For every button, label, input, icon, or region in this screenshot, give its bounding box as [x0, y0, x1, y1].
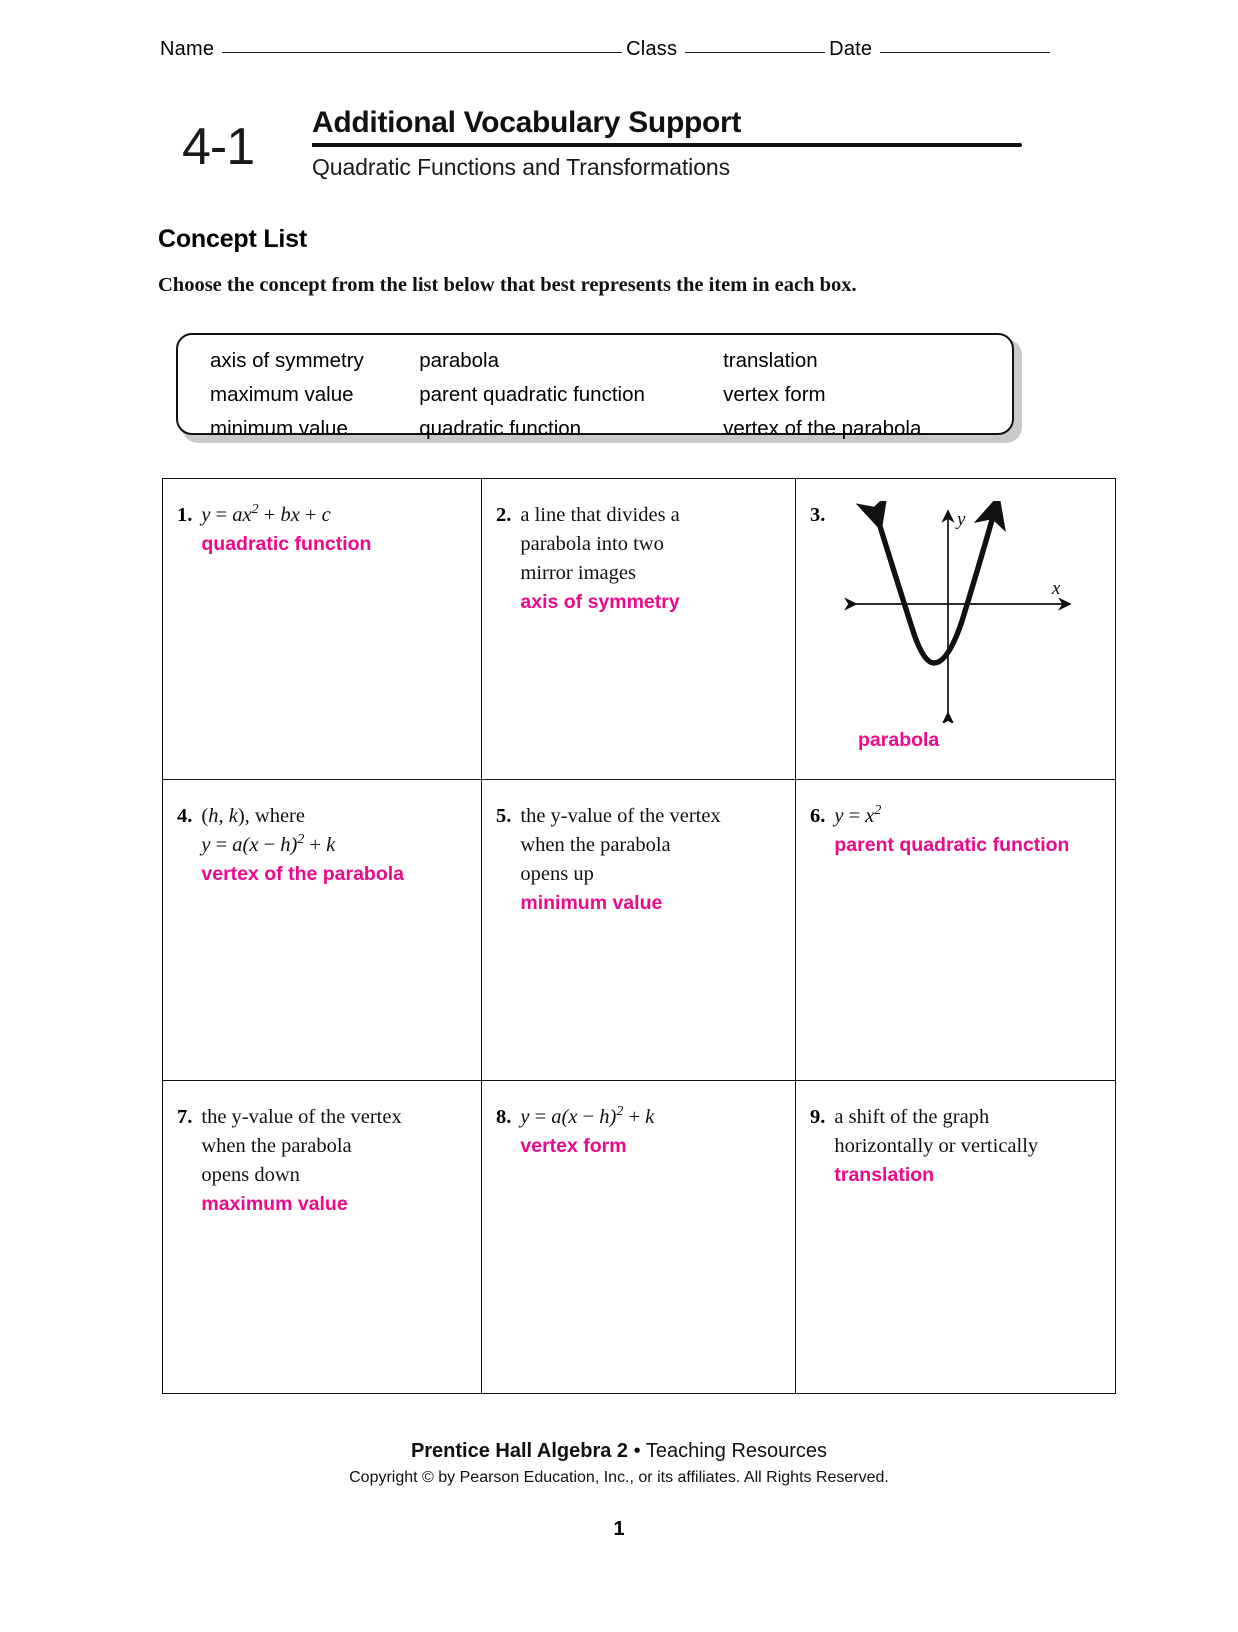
instruction-text: Choose the concept from the list below t… [158, 274, 857, 296]
table-row: 4. (h, k), where y = a(x − h)2 + k verte… [162, 779, 1116, 1081]
item-2-answer: axis of symmetry [520, 591, 680, 613]
title-divider [312, 143, 1022, 147]
parabola-graph-svg: y x [844, 493, 1073, 725]
item-1-equation: y = ax2 + bx + c [201, 502, 331, 526]
item-5-prompt-line-2: when the parabola [520, 834, 671, 856]
item-7-prompt-line-2: when the parabola [201, 1135, 352, 1157]
lesson-subtitle: Quadratic Functions and Transformations [312, 154, 730, 180]
page-title: Additional Vocabulary Support [312, 106, 742, 139]
name-input-line[interactable] [222, 51, 623, 53]
item-8-equation: y = a(x − h)2 + k [520, 1104, 655, 1128]
page-footer: Prentice Hall Algebra 2 • Teaching Resou… [0, 1440, 1238, 1487]
item-5-prompt-line-3: opens up [520, 863, 594, 885]
item-cell-7[interactable]: 7. the y-value of the vertex when the pa… [162, 1080, 482, 1394]
item-number: 2. [496, 504, 512, 526]
item-7-prompt-line-1: the y-value of the vertex [201, 1106, 402, 1128]
footer-resource-label: Teaching Resources [645, 1440, 828, 1462]
item-number: 1. [177, 504, 193, 526]
concept-grid: 1. y = ax2 + bx + c quadratic function 2… [162, 478, 1116, 1394]
term-maximum-value: maximum value [210, 383, 354, 406]
term-translation: translation [723, 349, 818, 372]
class-input-line[interactable] [685, 51, 826, 53]
item-number: 6. [810, 805, 826, 827]
item-9-answer: translation [834, 1164, 935, 1186]
date-label: Date [829, 38, 873, 60]
term-axis-of-symmetry: axis of symmetry [210, 349, 364, 372]
item-5-answer: minimum value [520, 892, 663, 914]
item-1-answer: quadratic function [201, 533, 372, 555]
worksheet-page: Name Class Date 4-1 Additional Vocabular… [0, 0, 1238, 1632]
name-label: Name [160, 38, 215, 60]
item-cell-6[interactable]: 6. y = x2 parent quadratic function [795, 779, 1116, 1081]
item-6-equation: y = x2 [834, 803, 882, 827]
item-2-prompt-line-3: mirror images [520, 562, 636, 584]
item-9-prompt-line-2: horizontally or vertically [834, 1135, 1039, 1157]
item-cell-8[interactable]: 8. y = a(x − h)2 + k vertex form [481, 1080, 796, 1394]
table-row: 7. the y-value of the vertex when the pa… [162, 1080, 1116, 1394]
section-heading: Concept List [158, 225, 307, 253]
term-minimum-value: minimum value [210, 417, 348, 440]
term-parabola: parabola [419, 349, 500, 372]
item-cell-5[interactable]: 5. the y-value of the vertex when the pa… [481, 779, 796, 1081]
item-cell-3[interactable]: 3. y x parabola [795, 478, 1116, 780]
lesson-number: 4-1 [182, 118, 255, 176]
word-bank: axis of symmetry parabola translation ma… [176, 333, 1014, 440]
class-label: Class [626, 38, 678, 60]
item-number: 8. [496, 1106, 512, 1128]
item-number: 7. [177, 1106, 193, 1128]
item-4-equation: y = a(x − h)2 + k [201, 832, 336, 856]
item-cell-2[interactable]: 2. a line that divides a parabola into t… [481, 478, 796, 780]
term-vertex-form: vertex form [723, 383, 826, 406]
item-2-prompt-line-1: a line that divides a [520, 504, 680, 526]
word-bank-row: minimum value quadratic function vertex … [210, 412, 1012, 446]
item-4-prompt-line-1: (h, k), where [201, 805, 305, 827]
item-number: 9. [810, 1106, 826, 1128]
item-6-answer: parent quadratic function [834, 834, 1070, 856]
parabola-graph: y x [836, 493, 1074, 725]
item-number: 5. [496, 805, 512, 827]
footer-book-title: Prentice Hall Algebra 2 [410, 1440, 629, 1462]
y-axis-label: y [955, 509, 966, 530]
page-number: 1 [613, 1518, 625, 1540]
item-5-prompt-line-1: the y-value of the vertex [520, 805, 721, 827]
term-quadratic-function: quadratic function [419, 417, 582, 440]
student-info-line: Name Class Date [160, 38, 1051, 61]
footer-separator: • [633, 1440, 641, 1462]
footer-copyright: Copyright © by Pearson Education, Inc., … [349, 1469, 889, 1486]
item-3-answer: parabola [858, 729, 940, 751]
lesson-title-block: Additional Vocabulary Support Quadratic … [312, 106, 1022, 181]
item-7-answer: maximum value [201, 1193, 348, 1215]
word-bank-row: axis of symmetry parabola translation [210, 344, 1012, 378]
item-number: 3. [810, 504, 826, 526]
item-2-prompt-line-2: parabola into two [520, 533, 664, 555]
item-4-answer: vertex of the parabola [201, 863, 405, 885]
item-7-prompt-line-3: opens down [201, 1164, 300, 1186]
date-input-line[interactable] [880, 51, 1051, 53]
item-8-answer: vertex form [520, 1135, 627, 1157]
item-cell-1[interactable]: 1. y = ax2 + bx + c quadratic function [162, 478, 482, 780]
word-bank-row: maximum value parent quadratic function … [210, 378, 1012, 412]
x-axis-label: x [1051, 578, 1061, 599]
item-9-prompt-line-1: a shift of the graph [834, 1106, 990, 1128]
parabola-curve [855, 493, 1007, 666]
item-cell-4[interactable]: 4. (h, k), where y = a(x − h)2 + k verte… [162, 779, 482, 1081]
term-parent-quadratic-function: parent quadratic function [419, 383, 645, 406]
footer-title-line: Prentice Hall Algebra 2 • Teaching Resou… [0, 1440, 1238, 1463]
term-vertex-of-the-parabola: vertex of the parabola [723, 417, 922, 440]
table-row: 1. y = ax2 + bx + c quadratic function 2… [162, 478, 1116, 780]
item-number: 4. [177, 805, 193, 827]
item-cell-9[interactable]: 9. a shift of the graph horizontally or … [795, 1080, 1116, 1394]
